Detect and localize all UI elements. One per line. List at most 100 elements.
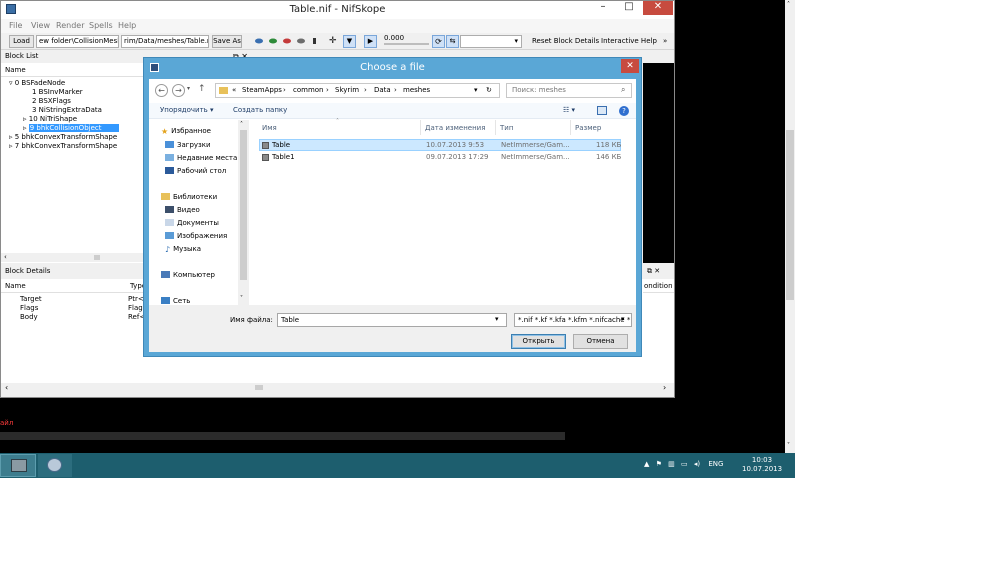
back-button[interactable]: ← — [155, 84, 168, 97]
time-slider[interactable] — [384, 43, 429, 45]
breadcrumb-skyrim[interactable]: Skyrim — [335, 84, 359, 97]
tray-arrow-icon[interactable]: ▲ — [644, 460, 649, 468]
filename-input[interactable]: Table — [277, 313, 507, 327]
breadcrumb-overflow[interactable]: « — [232, 84, 236, 97]
chevron-down-icon[interactable]: ▾ — [187, 85, 190, 92]
taskbar-app-nifskope[interactable] — [38, 454, 72, 477]
chevron-right-icon[interactable]: › — [394, 84, 397, 97]
load-button[interactable]: Load — [9, 35, 34, 48]
close-button[interactable]: ✕ — [643, 1, 673, 15]
tree-item-bsxflags[interactable]: 2 BSXFlags — [32, 97, 71, 106]
details-row-flags[interactable]: Flags — [20, 304, 38, 313]
reset-block-details-button[interactable]: Reset Block Details — [532, 37, 599, 45]
maximize-button[interactable]: □ — [617, 1, 641, 15]
save-as-button[interactable]: Save As — [212, 35, 242, 48]
chevron-right-icon[interactable]: › — [326, 84, 329, 97]
chevron-right-icon[interactable]: › — [283, 84, 286, 97]
tree-item-bsfadenode[interactable]: ▿ 0 BSFadeNode — [9, 79, 65, 88]
navigation-scrollbar[interactable]: ˄ ˅ — [238, 120, 249, 305]
nav-recent[interactable]: Недавние места — [165, 154, 237, 162]
chevron-right-icon[interactable]: › — [364, 84, 367, 97]
block-details-dock-icon[interactable]: ⧉ ✕ — [643, 266, 674, 277]
render-tool-icons[interactable] — [254, 37, 324, 45]
minimize-button[interactable]: – — [591, 1, 615, 15]
breadcrumb-meshes[interactable]: meshes — [403, 84, 430, 97]
up-button[interactable]: ↑ — [198, 84, 206, 94]
details-header-name[interactable]: Name — [1, 281, 126, 293]
details-row-body[interactable]: Body — [20, 313, 38, 322]
menu-help[interactable]: Help — [118, 21, 136, 30]
nav-desktop[interactable]: Рабочий стол — [165, 167, 226, 175]
flag-icon[interactable]: ⚑ — [656, 460, 662, 468]
volume-icon[interactable]: ◂) — [694, 460, 700, 468]
column-header-name[interactable]: Имя — [262, 124, 277, 132]
nav-music[interactable]: ♪ Музыка — [165, 245, 201, 254]
refresh-icon[interactable]: ↻ — [486, 84, 492, 97]
window-scrollbar[interactable]: ˄ ˅ — [785, 0, 795, 453]
details-header-condition[interactable]: ondition — [643, 281, 674, 293]
chevron-down-icon[interactable]: ▾ — [621, 315, 625, 323]
animation-select[interactable]: ▾ — [460, 35, 522, 48]
block-details-hscroll[interactable]: ‹ › — [1, 383, 674, 393]
column-header-type[interactable]: Тип — [500, 124, 513, 132]
column-divider[interactable] — [570, 120, 571, 135]
scroll-thumb[interactable] — [94, 255, 100, 260]
scroll-left-icon[interactable]: ‹ — [4, 253, 7, 261]
dialog-close-button[interactable]: ✕ — [621, 59, 639, 73]
block-list-header-name[interactable]: Name — [1, 65, 146, 77]
nav-downloads[interactable]: Загрузки — [165, 141, 211, 149]
details-row-target[interactable]: Target — [20, 295, 42, 304]
tree-item-bhkconvextransformshape-5[interactable]: ▹ 5 bhkConvexTransformShape — [9, 133, 117, 142]
switch-icon[interactable]: ⇆ — [446, 35, 459, 48]
menu-render[interactable]: Render — [56, 21, 84, 30]
menu-spells[interactable]: Spells — [89, 21, 113, 30]
column-header-size[interactable]: Размер — [575, 124, 601, 132]
view-options-icon[interactable]: ☷ ▾ — [563, 106, 575, 114]
taskbar-app-explorer[interactable] — [0, 454, 36, 477]
breadcrumb-steamapps[interactable]: SteamApps — [242, 84, 282, 97]
load-path-field[interactable]: ew folder\CollisionMesh.nif — [36, 35, 119, 48]
breadcrumb-common[interactable]: common — [293, 84, 324, 97]
scroll-down-icon[interactable]: ˅ — [240, 295, 243, 302]
chevron-down-icon[interactable]: ▾ — [474, 84, 478, 97]
cancel-button[interactable]: Отмена — [573, 334, 628, 349]
scroll-thumb[interactable] — [786, 130, 794, 300]
column-divider[interactable] — [495, 120, 496, 135]
scroll-up-icon[interactable]: ˄ — [240, 121, 243, 128]
new-folder-button[interactable]: Создать папку — [233, 106, 287, 114]
tree-item-bhkcollisionobject[interactable]: ▹ 9 bhkCollisionObject — [23, 124, 120, 133]
axis-icon[interactable]: ✛ — [329, 36, 341, 46]
render-view[interactable] — [643, 63, 674, 263]
scroll-thumb[interactable] — [240, 130, 247, 280]
nav-favorites[interactable]: ★ Избранное — [161, 127, 211, 136]
tree-item-bhkconvextransformshape-7[interactable]: ▹ 7 bhkConvexTransformShape — [9, 142, 117, 151]
nav-video[interactable]: Видео — [165, 206, 200, 214]
help-icon[interactable]: ? — [619, 106, 629, 116]
open-button[interactable]: Открыть — [511, 334, 566, 349]
interactive-help-button[interactable]: Interactive Help — [601, 37, 657, 45]
breadcrumb[interactable]: « SteamApps › common › Skyrim › Data › m… — [215, 83, 500, 98]
save-path-field[interactable]: rim/Data/meshes/Table.nif — [121, 35, 209, 48]
play-button[interactable]: ▶ — [364, 35, 377, 48]
forward-button[interactable]: → — [172, 84, 185, 97]
search-input[interactable]: Поиск: meshes — [506, 83, 632, 98]
nav-documents[interactable]: Документы — [165, 219, 219, 227]
nav-network[interactable]: Сеть — [161, 297, 190, 305]
column-header-date[interactable]: Дата изменения — [425, 124, 485, 132]
scroll-down-icon[interactable]: ˅ — [787, 442, 790, 449]
loop-icon[interactable]: ⟳ — [432, 35, 445, 48]
tree-item-bsinvmarker[interactable]: 1 BSInvMarker — [32, 88, 83, 97]
nav-computer[interactable]: Компьютер — [161, 271, 215, 279]
scroll-left-icon[interactable]: ‹ — [5, 383, 8, 392]
block-list-hscroll[interactable]: ‹ — [1, 253, 146, 262]
menu-view[interactable]: View — [31, 21, 50, 30]
scroll-up-icon[interactable]: ˄ — [787, 1, 790, 8]
render-mode-icon[interactable] — [254, 37, 324, 45]
file-type-filter[interactable]: *.nif *.kf *.kfa *.kfm *.nifcache * — [514, 313, 632, 327]
organize-button[interactable]: Упорядочить ▾ — [160, 106, 214, 114]
monitor-icon[interactable]: ▭ — [681, 460, 688, 468]
file-row[interactable]: Table 10.07.2013 9:53 NetImmerse/Gam... … — [259, 139, 621, 151]
menu-file[interactable]: File — [9, 21, 22, 30]
tree-item-nistringextradata[interactable]: 3 NiStringExtraData — [32, 106, 102, 115]
nav-libraries[interactable]: Библиотеки — [161, 193, 217, 201]
